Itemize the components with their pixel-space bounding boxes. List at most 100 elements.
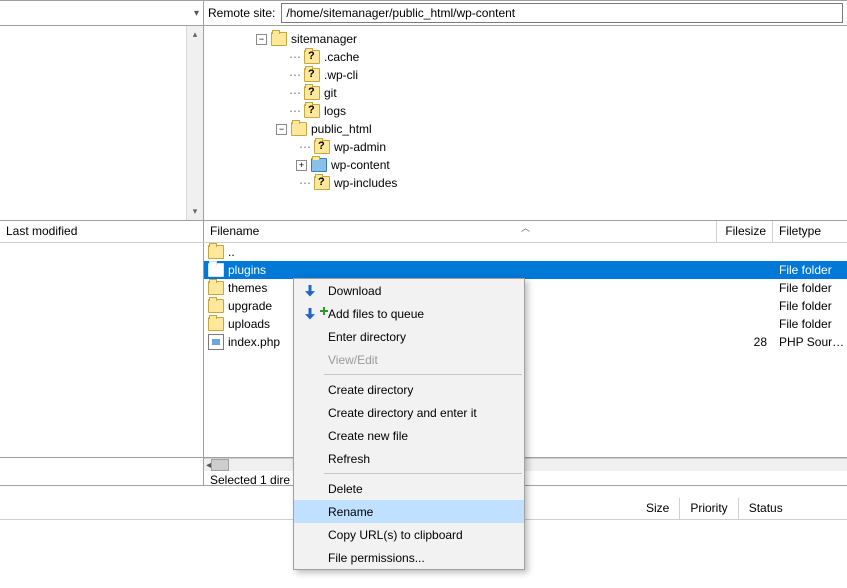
file-name: plugins xyxy=(228,263,266,277)
menu-item-add-files-to-queue[interactable]: Add files to queue xyxy=(294,302,524,325)
tree-label: wp-content xyxy=(327,158,390,172)
tree-node[interactable]: ⋯ wp-admin xyxy=(204,138,847,156)
local-col-last-modified[interactable]: Last modified xyxy=(0,221,204,242)
queue-col-priority[interactable]: Priority xyxy=(680,498,738,519)
menu-item-view-edit: View/Edit xyxy=(294,348,524,371)
tree-node-root[interactable]: − sitemanager xyxy=(204,30,847,48)
menu-item-refresh[interactable]: Refresh xyxy=(294,447,524,470)
menu-item-label: Rename xyxy=(328,505,373,519)
folder-icon xyxy=(208,281,224,295)
tree-node[interactable]: ⋯ logs xyxy=(204,102,847,120)
file-name: index.php xyxy=(228,335,280,349)
local-tree-pane: ▴ ▾ xyxy=(0,26,204,220)
menu-item-rename[interactable]: Rename xyxy=(294,500,524,523)
tree-node[interactable]: ⋯ git xyxy=(204,84,847,102)
menu-item-label: Download xyxy=(328,284,381,298)
tree-node[interactable]: ⋯.wp-cli xyxy=(204,66,847,84)
file-name: uploads xyxy=(228,317,270,331)
tree-dots-icon: ⋯ xyxy=(286,86,304,100)
file-type: File folder xyxy=(773,263,847,277)
tree-label: logs xyxy=(320,104,346,118)
tree-node[interactable]: ⋯ wp-includes xyxy=(204,174,847,192)
folder-icon xyxy=(208,245,224,259)
tree-label: wp-admin xyxy=(330,140,386,154)
collapse-icon[interactable]: − xyxy=(276,124,287,135)
menu-item-label: View/Edit xyxy=(328,353,378,367)
scroll-up-icon[interactable]: ▴ xyxy=(188,26,203,43)
folder-icon xyxy=(271,32,287,46)
menu-item-copy-url-s-to-clipboard[interactable]: Copy URL(s) to clipboard xyxy=(294,523,524,546)
queue-col-size[interactable]: Size xyxy=(636,498,680,519)
tree-dots-icon: ⋯ xyxy=(296,140,314,154)
local-file-list xyxy=(0,243,204,457)
menu-item-label: Create new file xyxy=(328,429,408,443)
context-menu: Download Add files to queue Enter director… xyxy=(293,278,525,570)
remote-site-path-input[interactable] xyxy=(281,3,843,23)
folder-icon xyxy=(314,140,330,154)
file-type: PHP Sourc... xyxy=(773,335,847,349)
folder-icon xyxy=(208,299,224,313)
menu-item-file-permissions[interactable]: File permissions... xyxy=(294,546,524,569)
sort-indicator-icon: ︿ xyxy=(521,221,530,234)
menu-item-label: Copy URL(s) to clipboard xyxy=(328,528,463,542)
menu-item-label: Add files to queue xyxy=(328,307,424,321)
menu-item-delete[interactable]: Delete xyxy=(294,477,524,500)
menu-item-label: Refresh xyxy=(328,452,370,466)
scrollbar-thumb[interactable] xyxy=(211,459,229,471)
collapse-icon[interactable]: − xyxy=(256,34,267,45)
local-tree-scrollbar[interactable]: ▴ ▾ xyxy=(186,26,203,220)
tree-dots-icon: ⋯ xyxy=(296,176,314,190)
tree-node[interactable]: ⋯ .cache xyxy=(204,48,847,66)
local-site-dropdown[interactable]: ▾ xyxy=(0,1,204,25)
remote-col-filename[interactable]: Filename xyxy=(204,221,717,242)
tree-label: .wp-cli xyxy=(320,68,358,82)
file-type: File folder xyxy=(773,299,847,313)
folder-unknown-icon xyxy=(304,50,320,64)
tree-label: .cache xyxy=(320,50,359,64)
tree-label: git xyxy=(320,86,337,100)
download-icon xyxy=(302,283,318,299)
menu-item-create-new-file[interactable]: Create new file xyxy=(294,424,524,447)
php-file-icon xyxy=(208,334,224,350)
tree-label: wp-includes xyxy=(330,176,397,190)
add-to-queue-icon xyxy=(302,306,318,322)
tree-label: sitemanager xyxy=(287,32,357,46)
menu-item-create-directory[interactable]: Create directory xyxy=(294,378,524,401)
file-size: 28 xyxy=(717,335,773,349)
folder-icon xyxy=(208,263,224,277)
tree-label: public_html xyxy=(307,122,372,136)
folder-icon xyxy=(311,158,327,172)
tree-dots-icon: ⋯ xyxy=(286,50,304,64)
expand-icon[interactable]: + xyxy=(296,160,307,171)
menu-item-create-directory-and-enter-it[interactable]: Create directory and enter it xyxy=(294,401,524,424)
file-name: upgrade xyxy=(228,299,272,313)
folder-unknown-icon xyxy=(304,68,320,82)
folder-unknown-icon xyxy=(304,104,320,118)
folder-unknown-icon xyxy=(304,86,320,100)
chevron-down-icon: ▾ xyxy=(194,8,199,19)
file-type: File folder xyxy=(773,281,847,295)
tree-node-public-html[interactable]: − public_html xyxy=(204,120,847,138)
menu-item-label: Create directory and enter it xyxy=(328,406,477,420)
remote-tree-pane[interactable]: − sitemanager ⋯.cache⋯.wp-cli⋯git⋯logs −… xyxy=(204,26,847,220)
file-row-up[interactable]: .. xyxy=(204,243,847,261)
folder-icon xyxy=(291,122,307,136)
queue-col-status[interactable]: Status xyxy=(739,498,793,519)
file-type: File folder xyxy=(773,317,847,331)
menu-item-download[interactable]: Download xyxy=(294,279,524,302)
menu-item-label: Enter directory xyxy=(328,330,406,344)
menu-item-enter-directory[interactable]: Enter directory xyxy=(294,325,524,348)
file-name: themes xyxy=(228,281,267,295)
remote-col-filetype[interactable]: Filetype xyxy=(773,221,847,242)
menu-item-label: Create directory xyxy=(328,383,413,397)
tree-dots-icon: ⋯ xyxy=(286,104,304,118)
scroll-down-icon[interactable]: ▾ xyxy=(188,203,203,220)
menu-item-label: File permissions... xyxy=(328,551,425,565)
file-name: .. xyxy=(228,245,235,259)
menu-item-label: Delete xyxy=(328,482,363,496)
tree-node[interactable]: + wp-content xyxy=(204,156,847,174)
menu-separator xyxy=(324,473,522,474)
remote-col-filesize[interactable]: Filesize xyxy=(717,221,773,242)
menu-separator xyxy=(324,374,522,375)
file-row[interactable]: plugins File folder xyxy=(204,261,847,279)
